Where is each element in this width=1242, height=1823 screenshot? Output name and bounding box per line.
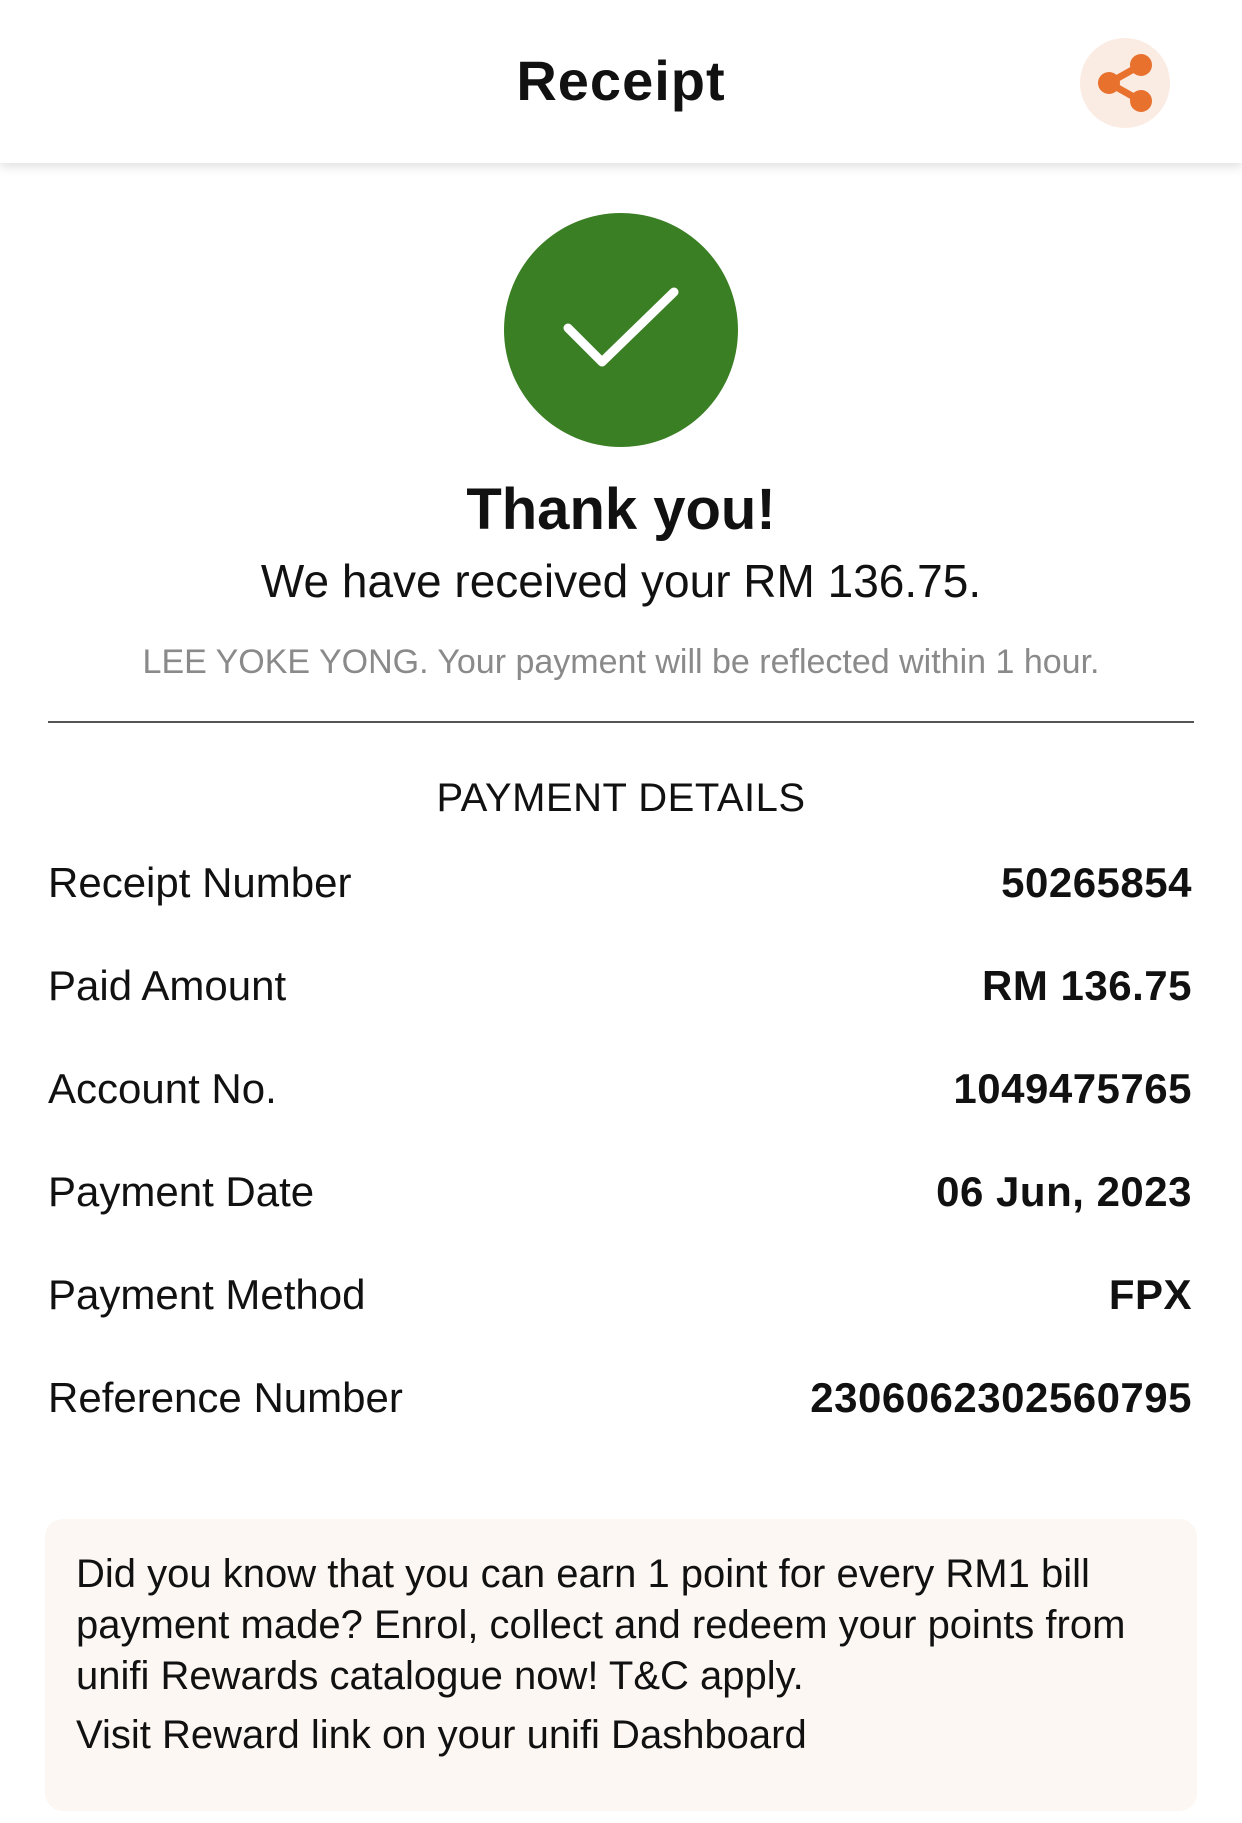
account-number-row: Account No. 1049475765 <box>48 1065 1192 1169</box>
payment-details-list: Receipt Number 50265854 Paid Amount RM 1… <box>48 859 1192 1478</box>
checkmark-icon <box>563 287 679 367</box>
app-header: Receipt <box>0 0 1242 163</box>
receipt-number-label: Receipt Number <box>48 859 352 906</box>
paid-amount-value: RM 136.75 <box>982 962 1192 1009</box>
payment-note: LEE YOKE YONG. Your payment will be refl… <box>142 643 1100 681</box>
payment-date-value: 06 Jun, 2023 <box>936 1168 1192 1215</box>
receipt-number-row: Receipt Number 50265854 <box>48 859 1192 963</box>
rewards-dashboard-link[interactable]: Visit Reward link on your unifi Dashboar… <box>76 1710 1167 1761</box>
share-icon <box>1098 54 1152 112</box>
share-button[interactable] <box>1080 38 1170 128</box>
paid-amount-row: Paid Amount RM 136.75 <box>48 962 1192 1066</box>
receipt-number-value: 50265854 <box>1001 859 1192 906</box>
success-badge <box>504 213 738 447</box>
rewards-info-box: Did you know that you can earn 1 point f… <box>45 1519 1197 1811</box>
payment-method-label: Payment Method <box>48 1271 366 1318</box>
payment-method-row: Payment Method FPX <box>48 1271 1192 1375</box>
payment-received-message: We have received your RM 136.75. <box>260 555 982 607</box>
divider <box>48 721 1194 723</box>
page-title: Receipt <box>516 49 726 112</box>
reference-number-value: 2306062302560795 <box>810 1374 1192 1421</box>
rewards-info-text: Did you know that you can earn 1 point f… <box>76 1552 1126 1698</box>
payment-method-value: FPX <box>1108 1271 1192 1318</box>
account-number-label: Account No. <box>48 1065 277 1112</box>
reference-number-row: Reference Number 2306062302560795 <box>48 1374 1192 1478</box>
thank-you-heading: Thank you! <box>466 477 776 542</box>
reference-number-label: Reference Number <box>48 1374 403 1421</box>
payment-details-title: PAYMENT DETAILS <box>436 776 806 820</box>
payment-date-label: Payment Date <box>48 1168 315 1215</box>
paid-amount-label: Paid Amount <box>48 962 287 1009</box>
account-number-value: 1049475765 <box>953 1065 1192 1112</box>
payment-date-row: Payment Date 06 Jun, 2023 <box>48 1168 1192 1272</box>
